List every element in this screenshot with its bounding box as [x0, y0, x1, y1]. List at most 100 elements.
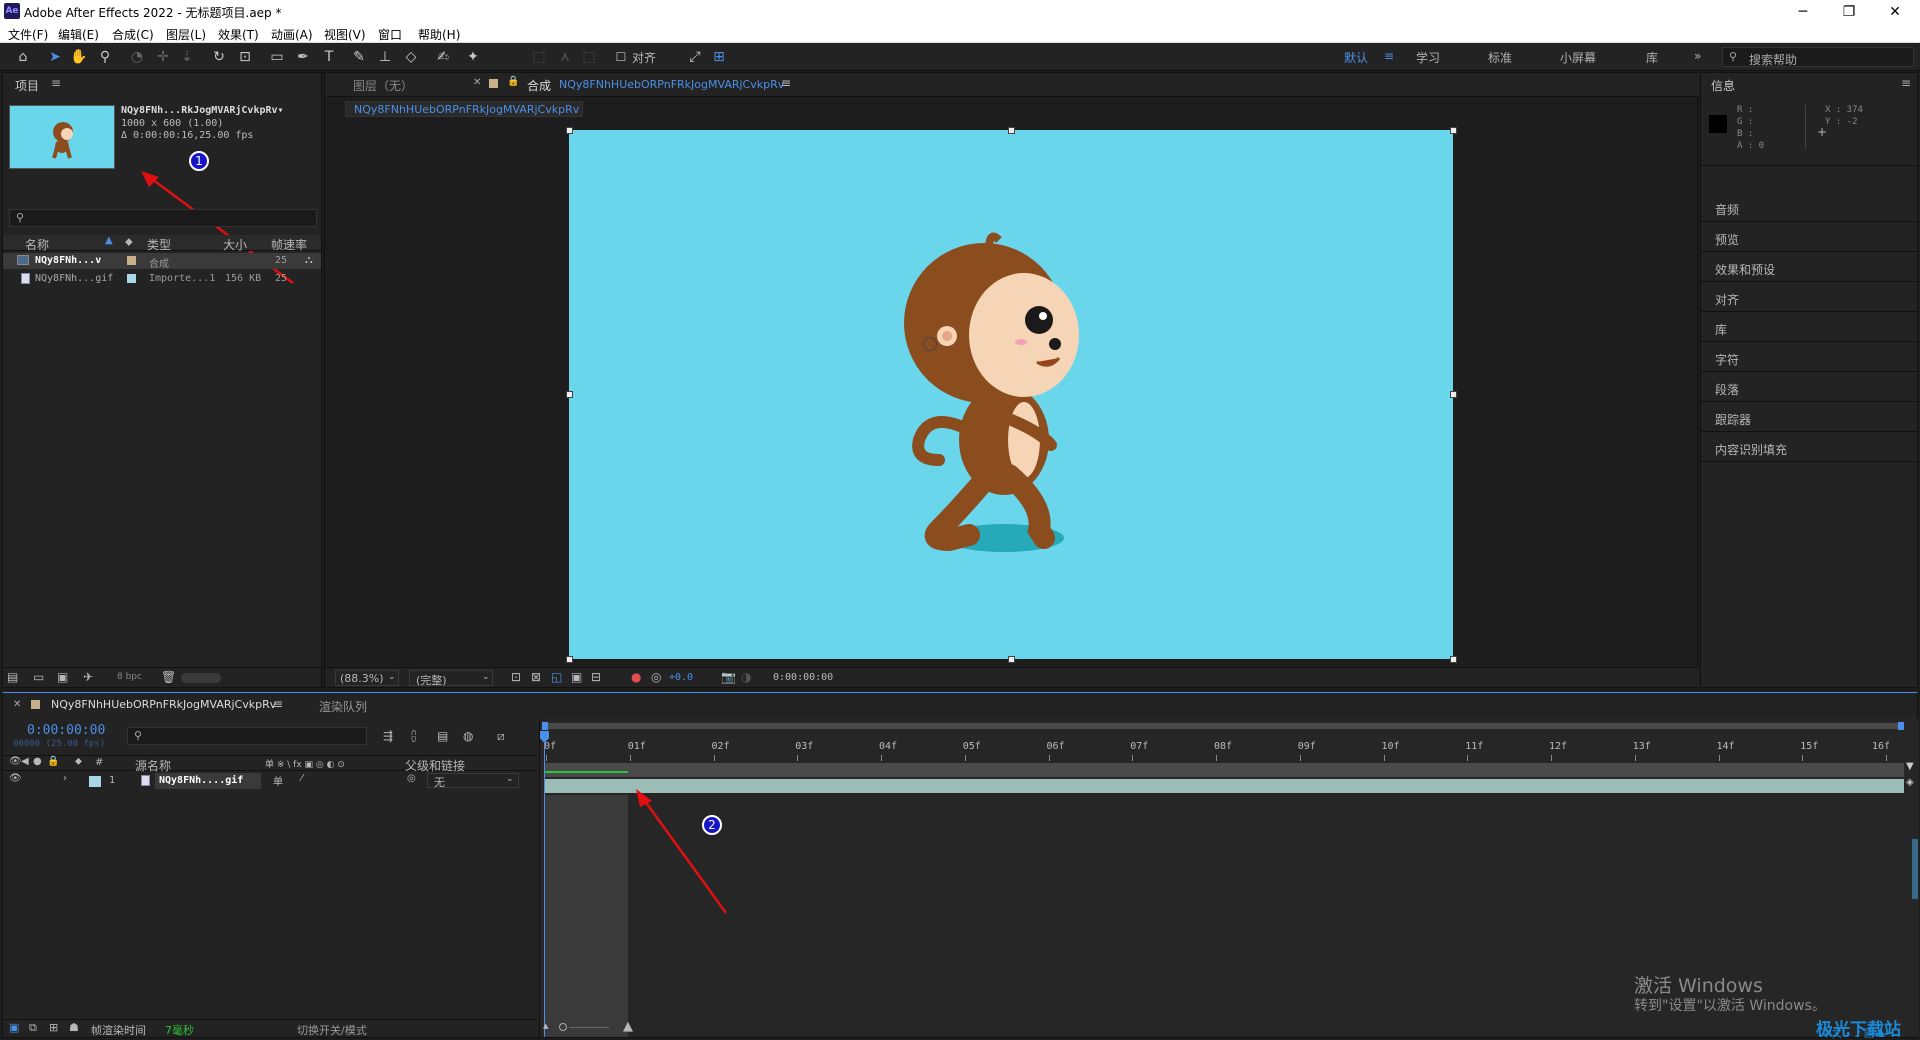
draft-3d-icon[interactable]: ⩉	[411, 729, 416, 744]
table-row[interactable]: NQy8FNh...gif Importe...1 156 KB 25	[3, 271, 321, 287]
lock-icon[interactable]: 🔒	[47, 756, 59, 767]
orbit-tool-icon[interactable]: ◔	[128, 48, 146, 66]
workspace-menu-icon[interactable]: ≡	[1384, 49, 1394, 63]
panel-menu-icon[interactable]: ≡	[51, 76, 61, 90]
toggle-switches-modes[interactable]: 切换开关/模式	[297, 1022, 367, 1038]
transform-handle[interactable]	[1008, 656, 1015, 663]
type-tool-icon[interactable]: T	[320, 48, 338, 66]
shy-switch-icon[interactable]: 单	[273, 773, 283, 788]
grid-guides-icon[interactable]: ⊟	[591, 670, 601, 684]
comp-mini-flowchart-icon[interactable]: ⇶	[383, 729, 393, 743]
workspace-small-screen[interactable]: 小屏幕	[1560, 49, 1596, 66]
zoom-tool-icon[interactable]: ⚲	[96, 48, 114, 66]
resolution-dropdown[interactable]: (完整) ⌄	[409, 670, 493, 687]
clone-stamp-icon[interactable]: ⊥	[376, 48, 394, 66]
shy-layers-icon[interactable]: ▤	[437, 729, 448, 743]
render-time-icon[interactable]: ☗	[69, 1021, 79, 1034]
puppet-pin-icon[interactable]: ✦	[464, 48, 482, 66]
label-tag-icon[interactable]: ⬥	[125, 235, 133, 249]
rectangle-tool-icon[interactable]: ▭	[268, 48, 286, 66]
col-parent[interactable]: 父级和链接	[405, 757, 465, 774]
breadcrumb-comp-name[interactable]: NQy8FNhHUebORPnFRkJogMVARjCvkpRv	[354, 103, 579, 116]
col-size[interactable]: 大小	[223, 236, 247, 253]
layer-switches-icon[interactable]: ▣	[9, 1021, 19, 1034]
panel-paragraph[interactable]: 段落	[1715, 381, 1739, 398]
quality-switch-icon[interactable]: ⁄	[301, 773, 303, 784]
menu-animation[interactable]: 动画(A)	[271, 26, 313, 43]
minimize-button[interactable]: ─	[1788, 2, 1818, 22]
close-tab-icon[interactable]: ✕	[13, 699, 21, 710]
transform-handle[interactable]	[566, 127, 573, 134]
label-color-icon[interactable]	[127, 274, 136, 283]
panel-libraries[interactable]: 库	[1715, 321, 1727, 338]
solo-icon[interactable]: ●	[33, 756, 42, 767]
selection-tool-icon[interactable]: ➤	[46, 48, 64, 66]
snap-target-icon[interactable]: ⊞	[710, 48, 728, 66]
panel-effects-presets[interactable]: 效果和预设	[1715, 261, 1775, 278]
zoom-out-icon[interactable]: ▴	[543, 1019, 549, 1032]
tab-composition-name[interactable]: NQy8FNhHUebORPnFRkJogMVARjCvkpRv	[559, 78, 784, 91]
snap-option-icon[interactable]: ⤢	[686, 48, 704, 66]
transparency-grid-icon[interactable]: ⊠	[531, 670, 541, 684]
pick-whip-icon[interactable]: ◎	[407, 773, 416, 784]
color-channels-icon[interactable]: ●	[631, 670, 641, 684]
panel-content-aware-fill[interactable]: 内容识别填充	[1715, 441, 1787, 458]
dolly-tool-icon[interactable]: ⇣	[178, 48, 196, 66]
transform-handle[interactable]	[566, 656, 573, 663]
fast-previews-icon[interactable]: ⊡	[511, 670, 521, 684]
panel-tracker[interactable]: 跟踪器	[1715, 411, 1751, 428]
menu-layer[interactable]: 图层(L)	[166, 26, 206, 43]
work-area-end-icon[interactable]: ▼	[1906, 761, 1914, 772]
timeline-search-input[interactable]: ⚲	[127, 727, 367, 745]
frame-blending-icon[interactable]: ◍	[463, 729, 473, 743]
trash-icon[interactable]: 🗑	[161, 670, 176, 684]
zoom-in-icon[interactable]: ▲	[623, 1019, 633, 1034]
transform-handle[interactable]	[1450, 391, 1457, 398]
table-row[interactable]: NQy8FNh...v 合成 25 ⛬	[3, 253, 321, 270]
workspace-default[interactable]: 默认	[1344, 49, 1368, 66]
sort-ascending-icon[interactable]: ▲	[105, 235, 113, 246]
mask-visibility-icon[interactable]: ◱	[551, 670, 562, 684]
audio-icon[interactable]: ◀	[21, 756, 29, 767]
axis-world-icon[interactable]: ⋏	[556, 48, 574, 66]
tab-layer[interactable]: 图层（无）	[353, 77, 413, 94]
in-out-icon[interactable]: ⊞	[49, 1021, 58, 1034]
flowchart-icon[interactable]: ⛬	[305, 253, 313, 267]
restore-button[interactable]: ❐	[1834, 2, 1864, 22]
snapshot-camera-icon[interactable]: 📷	[721, 670, 736, 684]
rotate-tool-icon[interactable]: ↻	[210, 48, 228, 66]
menu-composition[interactable]: 合成(C)	[112, 26, 154, 43]
roto-brush-icon[interactable]: ✍	[434, 48, 452, 66]
project-search-input[interactable]: ⚲	[9, 209, 317, 227]
graph-editor-icon[interactable]: ⧄	[497, 729, 505, 744]
panel-audio[interactable]: 音频	[1715, 201, 1739, 218]
transform-handle[interactable]	[1450, 127, 1457, 134]
brush-tool-icon[interactable]: ✎	[350, 48, 368, 66]
transform-handle[interactable]	[566, 391, 573, 398]
axis-view-icon[interactable]: ⬚	[580, 48, 598, 66]
close-tab-icon[interactable]: ✕	[473, 77, 481, 88]
align-label[interactable]: 对齐	[632, 49, 656, 66]
col-source-name[interactable]: 源名称	[135, 757, 171, 774]
close-button[interactable]: ✕	[1880, 2, 1910, 22]
reset-exposure-icon[interactable]: ◎	[651, 670, 661, 684]
more-workspaces-icon[interactable]: »	[1694, 49, 1701, 63]
hand-tool-icon[interactable]: ✋	[70, 48, 88, 66]
panel-menu-icon[interactable]: ≡	[1901, 76, 1911, 90]
timeline-area[interactable]: 0f 01f 02f 03f 04f 05f 06f 07f 08f 09f 10f 11f 12f 13…	[539, 719, 1919, 1040]
menu-help[interactable]: 帮助(H)	[418, 26, 460, 43]
interpret-footage-icon[interactable]: ▤	[7, 670, 18, 684]
menu-edit[interactable]: 编辑(E)	[58, 26, 99, 43]
comp-button-icon[interactable]: ◈	[1906, 777, 1914, 788]
timeline-tab[interactable]: NQy8FNhHUebORPnFRkJogMVARjCvkpRv	[51, 698, 276, 711]
bpc-label[interactable]: 8 bpc	[117, 672, 142, 682]
transform-handle[interactable]	[1008, 127, 1015, 134]
vertical-scrollbar[interactable]	[1912, 839, 1918, 899]
playhead-line[interactable]	[544, 733, 545, 1037]
menu-view[interactable]: 视图(V)	[324, 26, 366, 43]
new-composition-icon[interactable]: ▣	[57, 670, 68, 684]
workspace-learn[interactable]: 学习	[1416, 49, 1440, 66]
col-type[interactable]: 类型	[147, 236, 171, 253]
tab-render-queue[interactable]: 渲染队列	[319, 698, 367, 715]
col-fps[interactable]: 帧速率	[271, 236, 307, 253]
